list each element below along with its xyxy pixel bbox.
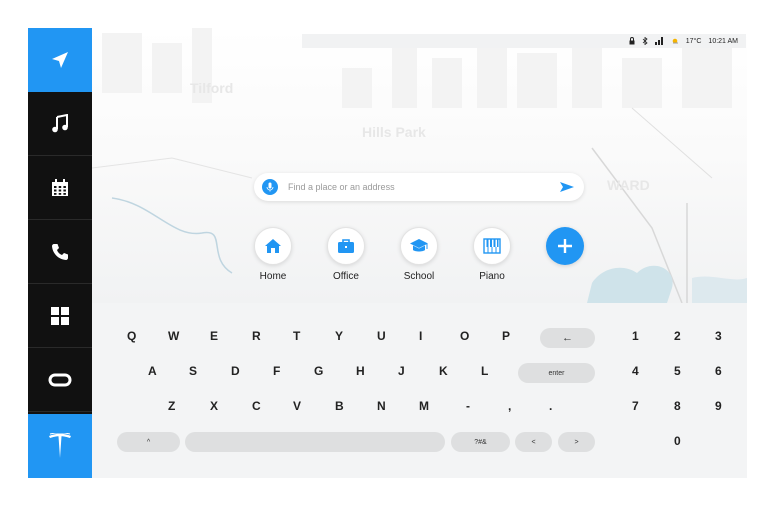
search-bar[interactable]	[254, 173, 584, 201]
microphone-icon[interactable]	[262, 179, 278, 195]
key-z[interactable]: Z	[168, 399, 175, 413]
key-i[interactable]: I	[419, 329, 422, 343]
key-j[interactable]: J	[398, 364, 405, 378]
temperature: 17°C	[685, 37, 702, 45]
bluetooth-icon	[642, 37, 648, 45]
home-icon	[265, 239, 281, 253]
num-key-7[interactable]: 7	[632, 399, 639, 413]
symbols-key[interactable]: ?#&	[451, 432, 510, 452]
map-label-ward: WARD	[607, 177, 650, 193]
lock-icon	[629, 37, 635, 45]
num-key-2[interactable]: 2	[674, 329, 681, 343]
num-key-3[interactable]: 3	[715, 329, 722, 343]
shortcut-home[interactable]: Home	[243, 227, 303, 282]
navigation-arrow-icon	[52, 52, 68, 68]
key-y[interactable]: Y	[335, 329, 343, 343]
sidebar-item-tesla[interactable]	[28, 414, 92, 478]
key-v[interactable]: V	[293, 399, 301, 413]
num-key-0[interactable]: 0	[674, 434, 681, 448]
sidebar-item-navigation[interactable]	[28, 28, 92, 92]
key-t[interactable]: T	[293, 329, 300, 343]
app-frame: Tilford Hills Park WARD 17°C 10:21 AM Fi…	[28, 28, 747, 478]
key-s[interactable]: S	[189, 364, 197, 378]
on-screen-keyboard: Q W E R T Y U I O P ← A S D F G H J K L …	[92, 303, 747, 478]
shortcut-school-label: School	[403, 271, 435, 282]
signal-icon	[654, 37, 664, 45]
key-x[interactable]: X	[210, 399, 218, 413]
add-shortcut-button[interactable]	[546, 227, 584, 265]
num-key-6[interactable]: 6	[715, 364, 722, 378]
key-c[interactable]: C	[252, 399, 261, 413]
key-n[interactable]: N	[377, 399, 386, 413]
apps-grid-icon	[51, 306, 69, 325]
key-p[interactable]: P	[502, 329, 510, 343]
shortcut-office[interactable]: Office	[316, 227, 376, 282]
shortcut-office-label: Office	[333, 271, 359, 282]
send-arrow-icon[interactable]	[558, 180, 576, 194]
num-key-4[interactable]: 4	[632, 364, 639, 378]
key-period[interactable]: .	[549, 399, 552, 413]
briefcase-icon	[338, 239, 354, 253]
num-key-5[interactable]: 5	[674, 364, 681, 378]
shortcut-piano[interactable]: Piano	[462, 227, 522, 282]
graduation-cap-icon	[410, 239, 428, 252]
key-m[interactable]: M	[419, 399, 429, 413]
num-key-8[interactable]: 8	[674, 399, 681, 413]
num-key-9[interactable]: 9	[715, 399, 722, 413]
piano-icon	[483, 238, 501, 254]
phone-icon	[52, 243, 68, 260]
shortcut-office-button[interactable]	[327, 227, 365, 265]
shortcut-school[interactable]: School	[389, 227, 449, 282]
key-a[interactable]: A	[148, 364, 157, 378]
calendar-icon	[52, 178, 68, 196]
key-l[interactable]: L	[481, 364, 488, 378]
key-w[interactable]: W	[168, 329, 179, 343]
key-f[interactable]: F	[273, 364, 280, 378]
key-comma[interactable]: ,	[508, 399, 511, 413]
key-hyphen[interactable]: -	[466, 399, 470, 413]
key-b[interactable]: B	[335, 399, 344, 413]
sidebar-item-vr[interactable]	[28, 348, 92, 412]
num-key-1[interactable]: 1	[632, 329, 639, 343]
sidebar-item-calendar[interactable]	[28, 156, 92, 220]
shortcut-home-label: Home	[259, 271, 287, 282]
map-view[interactable]: Tilford Hills Park WARD 17°C 10:21 AM Fi…	[92, 28, 747, 303]
clock-time: 10:21 AM	[708, 37, 738, 45]
sidebar	[28, 28, 92, 478]
tesla-logo-icon	[49, 433, 71, 458]
shortcut-school-button[interactable]	[400, 227, 438, 265]
search-input[interactable]	[286, 181, 558, 193]
key-r[interactable]: R	[252, 329, 261, 343]
vr-headset-icon	[48, 373, 72, 386]
backspace-key[interactable]: ←	[540, 328, 595, 348]
shortcut-home-button[interactable]	[254, 227, 292, 265]
map-label-tilford: Tilford	[190, 80, 234, 96]
sidebar-item-music[interactable]	[28, 92, 92, 156]
sidebar-item-apps[interactable]	[28, 284, 92, 348]
space-key[interactable]	[185, 432, 445, 452]
key-u[interactable]: U	[377, 329, 386, 343]
enter-key[interactable]: enter	[518, 363, 595, 383]
key-d[interactable]: D	[231, 364, 240, 378]
key-e[interactable]: E	[210, 329, 218, 343]
key-h[interactable]: H	[356, 364, 365, 378]
plus-icon	[558, 239, 572, 253]
status-bar: 17°C 10:21 AM	[302, 34, 746, 48]
weather-icon	[671, 37, 679, 45]
shortcut-piano-label: Piano	[479, 271, 505, 282]
shortcut-piano-button[interactable]	[473, 227, 511, 265]
music-note-icon	[52, 113, 68, 132]
shift-key[interactable]: ^	[117, 432, 180, 452]
sidebar-item-phone[interactable]	[28, 220, 92, 284]
key-g[interactable]: G	[314, 364, 323, 378]
key-q[interactable]: Q	[127, 329, 136, 343]
cursor-left-key[interactable]: <	[515, 432, 552, 452]
map-label-hills-park: Hills Park	[362, 124, 426, 140]
cursor-right-key[interactable]: >	[558, 432, 595, 452]
key-k[interactable]: K	[439, 364, 448, 378]
key-o[interactable]: O	[460, 329, 469, 343]
